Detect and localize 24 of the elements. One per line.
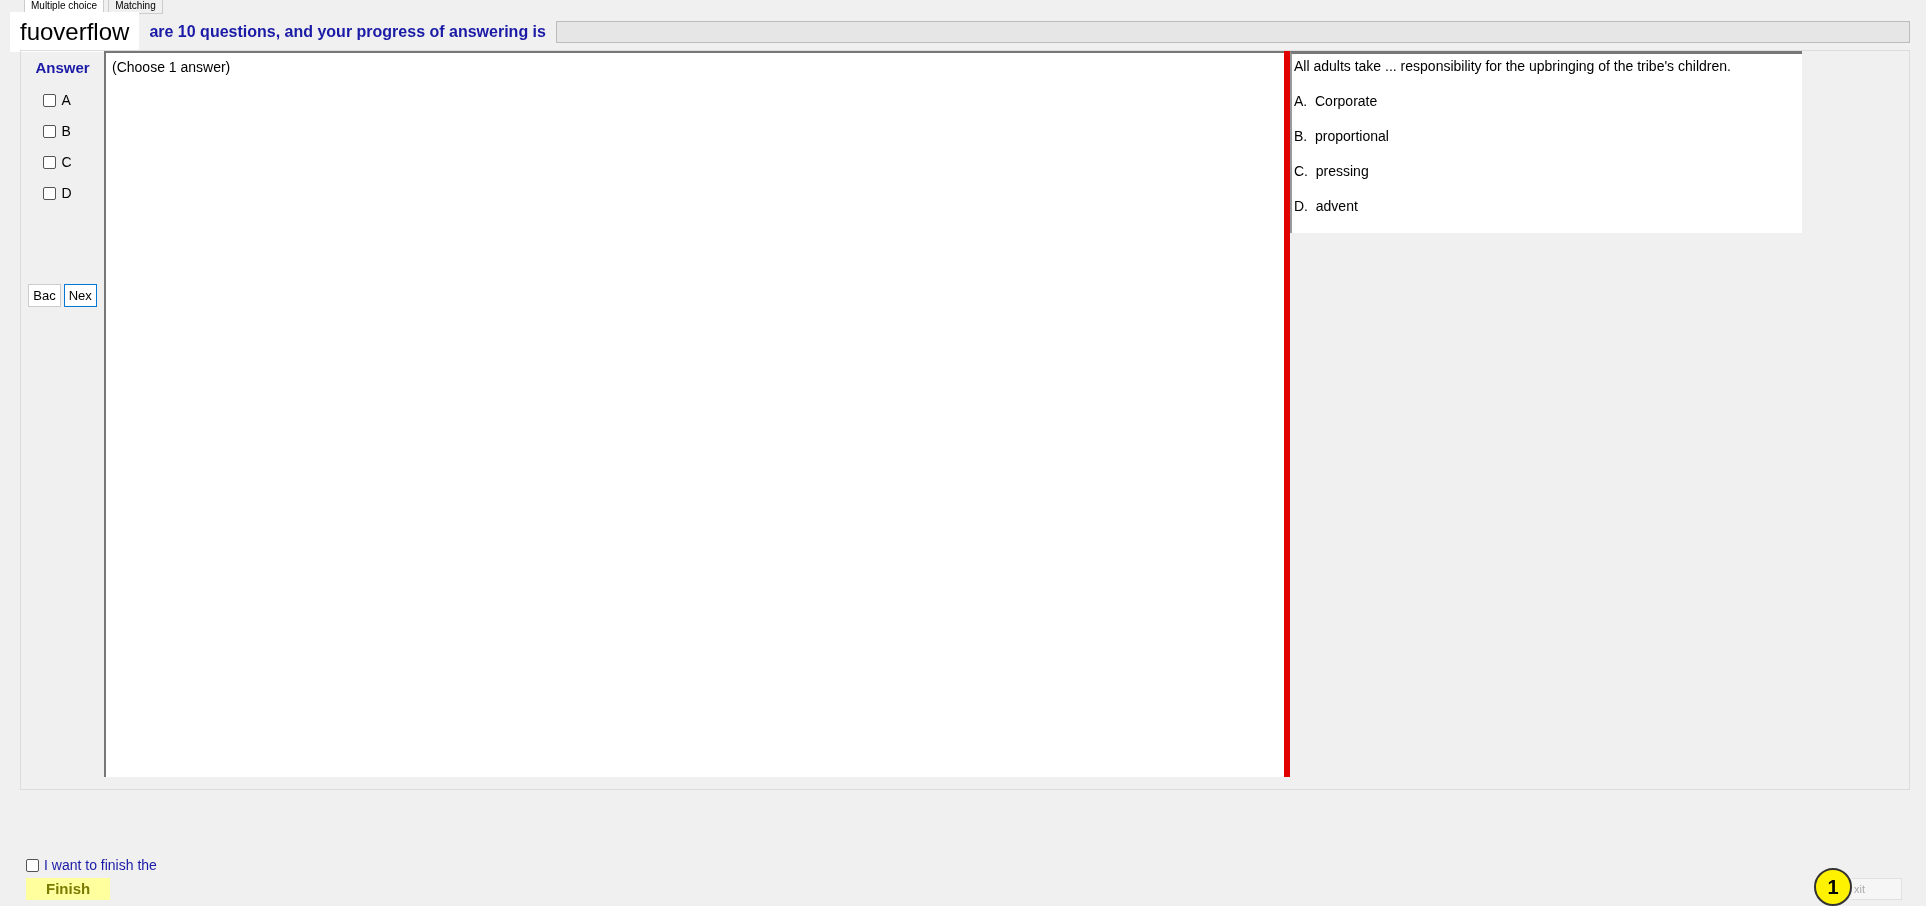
instruction-text: (Choose 1 answer)	[112, 59, 231, 75]
choice-text: D. advent	[1294, 197, 1359, 216]
next-button[interactable]: Nex	[63, 283, 97, 307]
tab[interactable]: Matching	[108, 0, 163, 14]
choice-text: B. proportional	[1294, 127, 1390, 146]
option-label: D	[61, 183, 72, 203]
app-title: fuoverflow	[10, 12, 140, 52]
option-label: C	[61, 152, 72, 172]
checkbox[interactable]	[43, 124, 57, 138]
back-button[interactable]: Bac	[28, 283, 61, 307]
finish-button[interactable]: Finish	[26, 877, 111, 900]
checkbox[interactable]	[43, 186, 57, 200]
answer-heading: Answer	[35, 58, 90, 78]
checkbox[interactable]	[43, 155, 57, 169]
step-marker: 1	[1814, 868, 1852, 906]
finish-confirm-label: I want to finish the	[44, 855, 157, 875]
option-label: A	[61, 90, 71, 110]
progress-text: are 10 questions, and your progress of answering is	[149, 22, 546, 42]
choice-text: C. pressing	[1294, 162, 1370, 181]
choice-text: A. Corporate	[1294, 92, 1379, 111]
checkbox[interactable]	[43, 93, 57, 107]
question-text: All adults take ... responsibility for the upbringing of the tribe's children.	[1294, 57, 1732, 76]
checkbox[interactable]	[26, 858, 39, 872]
option-label: B	[61, 121, 71, 141]
